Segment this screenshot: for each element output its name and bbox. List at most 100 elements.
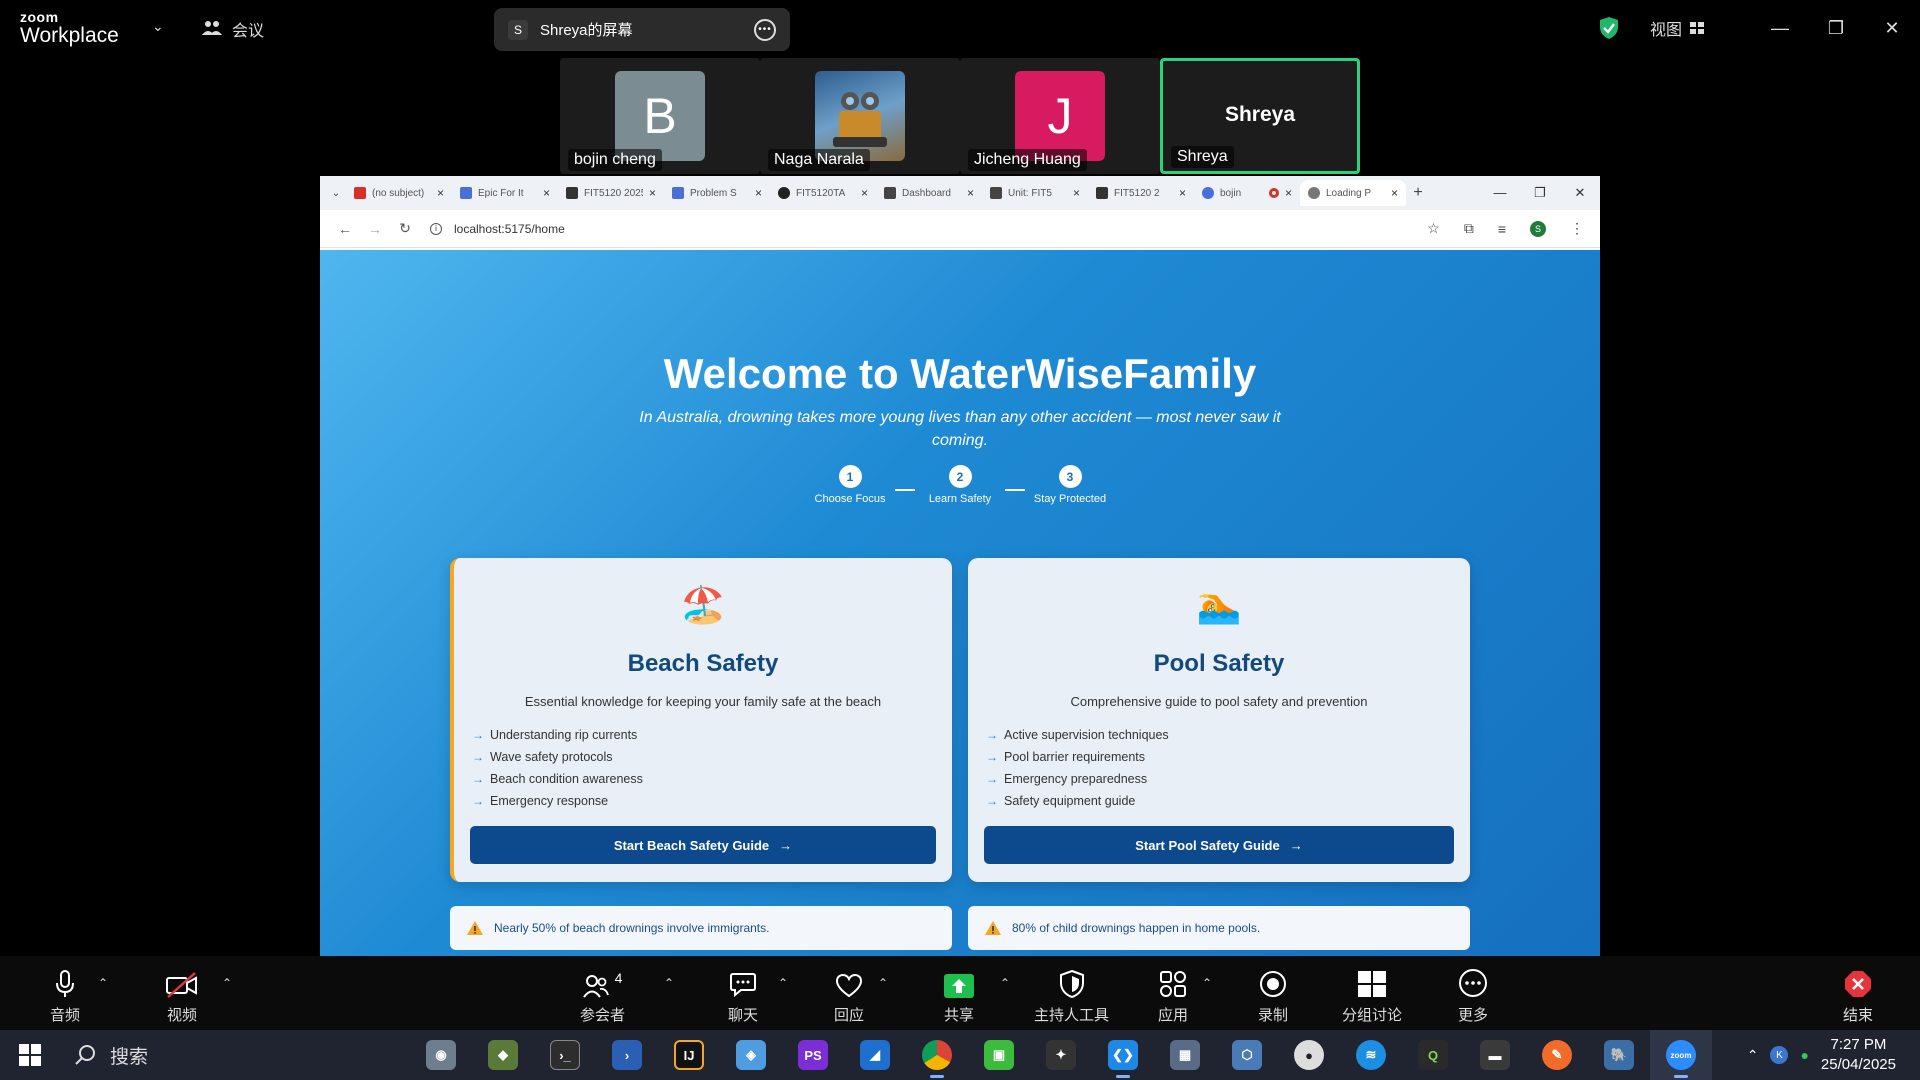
- close-icon[interactable]: ✕: [1560, 185, 1600, 201]
- taskbar-app[interactable]: ◆: [472, 1030, 534, 1080]
- close-tab-icon[interactable]: ×: [1073, 186, 1080, 200]
- taskbar-app[interactable]: ◈: [720, 1030, 782, 1080]
- share-button[interactable]: 共享: [944, 968, 974, 1025]
- chevron-up-icon[interactable]: ⌃: [1747, 1047, 1759, 1064]
- video-options-caret[interactable]: ⌃: [222, 976, 232, 990]
- participant-tile[interactable]: B bojin cheng: [560, 58, 760, 174]
- taskbar-app[interactable]: zoom: [1650, 1030, 1712, 1080]
- restore-icon[interactable]: ❐: [1520, 185, 1560, 201]
- browser-tab[interactable]: Problem S ×: [664, 180, 770, 206]
- back-icon[interactable]: ←: [330, 221, 360, 237]
- taskbar-app[interactable]: 🐘: [1588, 1030, 1650, 1080]
- close-tab-icon[interactable]: ×: [1285, 186, 1292, 200]
- record-button[interactable]: 录制: [1258, 968, 1288, 1025]
- encryption-shield-icon[interactable]: [1598, 16, 1620, 40]
- breakout-rooms-button[interactable]: 分组讨论: [1342, 968, 1402, 1025]
- taskbar-app[interactable]: ›: [596, 1030, 658, 1080]
- minimize-icon[interactable]: —: [1752, 18, 1808, 39]
- participants-button[interactable]: 4 参会者: [580, 968, 625, 1025]
- profile-avatar[interactable]: S: [1530, 220, 1546, 237]
- reload-icon[interactable]: ↻: [390, 220, 420, 237]
- warning-icon: [467, 921, 483, 935]
- react-options-caret[interactable]: ⌃: [878, 976, 888, 990]
- new-tab-icon[interactable]: +: [1406, 184, 1430, 202]
- taskbar-app[interactable]: ▬: [1464, 1030, 1526, 1080]
- restore-icon[interactable]: ❐: [1808, 18, 1864, 39]
- url-field[interactable]: i localhost:5175/home: [430, 222, 1427, 236]
- apps-options-caret[interactable]: ⌃: [1202, 976, 1212, 990]
- close-tab-icon[interactable]: ×: [543, 186, 550, 200]
- view-button[interactable]: 视图: [1650, 16, 1704, 40]
- k-app-icon[interactable]: K: [1770, 1046, 1789, 1064]
- chat-button[interactable]: 聊天: [728, 968, 758, 1025]
- extensions-icon[interactable]: ⧉: [1464, 220, 1474, 237]
- taskbar-search[interactable]: 搜索: [60, 1035, 410, 1075]
- tab-search-icon[interactable]: ⌄: [326, 188, 346, 199]
- start-pool-guide-button[interactable]: Start Pool Safety Guide →: [984, 826, 1454, 864]
- audio-button[interactable]: 音频: [50, 968, 80, 1025]
- taskbar-app[interactable]: ≋: [1340, 1030, 1402, 1080]
- taskbar-app[interactable]: ✎: [1526, 1030, 1588, 1080]
- media-controls-icon[interactable]: ≡: [1498, 221, 1506, 237]
- browser-tab[interactable]: FIT5120 2025 ×: [558, 180, 664, 206]
- start-beach-guide-button[interactable]: Start Beach Safety Guide →: [470, 826, 936, 864]
- more-options-icon[interactable]: •••: [754, 18, 776, 41]
- wechat-icon[interactable]: ●: [1800, 1047, 1808, 1063]
- start-button[interactable]: [0, 1044, 60, 1066]
- meeting-button[interactable]: 会议: [202, 17, 264, 41]
- taskbar-app[interactable]: ›_: [534, 1030, 596, 1080]
- minimize-icon[interactable]: —: [1480, 185, 1520, 201]
- browser-tab[interactable]: (no subject) ×: [346, 180, 452, 206]
- browser-tab[interactable]: bojin ×: [1194, 180, 1300, 206]
- close-tab-icon[interactable]: ×: [967, 186, 974, 200]
- bookmark-star-icon[interactable]: ☆: [1427, 220, 1440, 237]
- taskbar-app[interactable]: Q: [1402, 1030, 1464, 1080]
- taskbar-app[interactable]: ◢: [844, 1030, 906, 1080]
- share-options-caret[interactable]: ⌃: [1000, 976, 1010, 990]
- taskbar-app[interactable]: ●: [1278, 1030, 1340, 1080]
- end-meeting-button[interactable]: 结束: [1843, 968, 1873, 1025]
- menu-icon[interactable]: ⋮: [1570, 220, 1584, 237]
- taskbar-clock[interactable]: 7:27 PM 25/04/2025: [1821, 1035, 1896, 1075]
- close-tab-icon[interactable]: ×: [1391, 186, 1398, 200]
- close-tab-icon[interactable]: ×: [1179, 186, 1186, 200]
- host-tools-button[interactable]: 主持人工具: [1034, 968, 1109, 1025]
- participants-options-caret[interactable]: ⌃: [664, 976, 674, 990]
- close-icon[interactable]: ✕: [1864, 18, 1920, 39]
- taskbar-app[interactable]: ✦: [1030, 1030, 1092, 1080]
- react-button[interactable]: 回应: [834, 968, 864, 1025]
- close-tab-icon[interactable]: ×: [437, 186, 444, 200]
- audio-options-caret[interactable]: ⌃: [98, 976, 108, 990]
- video-button[interactable]: 视频: [165, 968, 199, 1025]
- site-info-icon[interactable]: i: [430, 222, 442, 235]
- screen-share-indicator[interactable]: S Shreya的屏幕 •••: [494, 8, 790, 51]
- participant-tile[interactable]: Naga Narala: [760, 58, 960, 174]
- browser-tab-active[interactable]: Loading P ×: [1300, 180, 1406, 206]
- active-speaker-tile[interactable]: Shreya Shreya: [1160, 58, 1360, 174]
- chat-options-caret[interactable]: ⌃: [778, 976, 788, 990]
- taskbar-app[interactable]: ⬡: [1216, 1030, 1278, 1080]
- close-tab-icon[interactable]: ×: [649, 186, 656, 200]
- browser-tab[interactable]: Dashboard ×: [876, 180, 982, 206]
- close-tab-icon[interactable]: ×: [861, 186, 868, 200]
- beach-safety-card[interactable]: 🏖️ Beach Safety Essential knowledge for …: [450, 558, 952, 882]
- chevron-down-icon[interactable]: ⌄: [152, 18, 164, 35]
- browser-tab[interactable]: FIT5120TA ×: [770, 180, 876, 206]
- browser-tab[interactable]: Unit: FIT5 ×: [982, 180, 1088, 206]
- pool-safety-card[interactable]: 🏊 Pool Safety Comprehensive guide to poo…: [968, 558, 1470, 882]
- zoom-logo-bottom: Workplace: [20, 24, 119, 47]
- close-tab-icon[interactable]: ×: [755, 186, 762, 200]
- taskbar-app[interactable]: ▦: [1154, 1030, 1216, 1080]
- forward-icon[interactable]: →: [360, 221, 390, 237]
- more-button[interactable]: 更多: [1458, 968, 1488, 1025]
- taskbar-app[interactable]: ▣: [968, 1030, 1030, 1080]
- taskbar-app[interactable]: IJ: [658, 1030, 720, 1080]
- apps-button[interactable]: 应用: [1158, 968, 1188, 1025]
- participant-tile[interactable]: J Jicheng Huang: [960, 58, 1160, 174]
- taskbar-app[interactable]: PS: [782, 1030, 844, 1080]
- browser-tab[interactable]: Epic For It ×: [452, 180, 558, 206]
- browser-tab[interactable]: FIT5120 2 ×: [1088, 180, 1194, 206]
- taskbar-app[interactable]: ◉: [410, 1030, 472, 1080]
- taskbar-app[interactable]: [906, 1030, 968, 1080]
- taskbar-app[interactable]: ❮❯: [1092, 1030, 1154, 1080]
